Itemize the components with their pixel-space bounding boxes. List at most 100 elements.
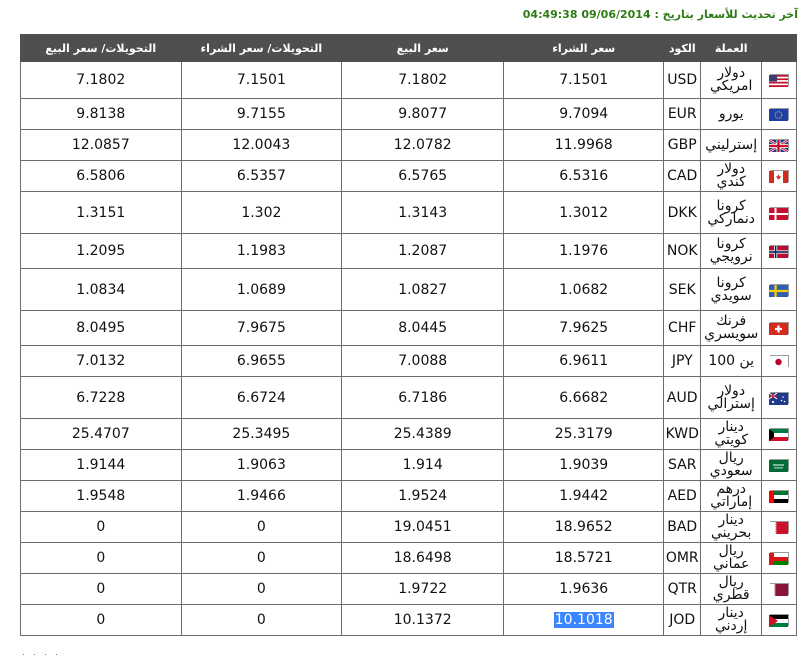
header-sell: سعر البيع (341, 34, 505, 62)
currency-flag (761, 61, 797, 99)
currency-flag (761, 310, 797, 346)
transfer-buy-rate: 25.3495 (180, 418, 343, 450)
sell-rate: 9.8077 (341, 98, 505, 130)
currency-flag (761, 160, 797, 192)
currency-name: ين 100 (700, 345, 763, 377)
currency-name: دينار بحريني (700, 511, 763, 543)
table-row: درهم إماراتي AED 1.9442 1.9524 1.9466 1.9548 (20, 480, 797, 512)
transfer-sell-rate: 12.0857 (20, 129, 182, 161)
table-row: ريال قطري QTR 1.9636 1.9722 0 0 (20, 573, 797, 605)
transfer-buy-rate: 0 (180, 511, 343, 543)
transfer-buy-rate: 0 (180, 573, 343, 605)
table-header-row: العملة الكود سعر الشراء سعر البيع التحوي… (20, 34, 797, 62)
ae-flag-icon (768, 490, 789, 503)
transfer-buy-rate: 6.5357 (180, 160, 343, 192)
currency-flag (761, 345, 797, 377)
transfer-sell-rate: 1.2095 (20, 233, 182, 269)
us-flag-icon (768, 74, 789, 87)
transfer-buy-rate: 0 (180, 542, 343, 574)
buy-rate: 25.3179 (503, 418, 665, 450)
buy-rate: 10.1018 (503, 604, 665, 636)
table-row: دينار إردني JOD 10.1018 10.1372 0 0 (20, 604, 797, 636)
ca-flag-icon (768, 170, 789, 183)
header-buy: سعر الشراء (503, 34, 665, 62)
currency-flag (761, 191, 797, 234)
currency-name: دينار إردني (700, 604, 763, 636)
transfer-sell-rate: 9.8138 (20, 98, 182, 130)
transfer-buy-rate: 0 (180, 604, 343, 636)
currency-name: كرونا سويدي (700, 268, 763, 311)
currency-code: SAR (663, 449, 702, 481)
sell-rate: 6.7186 (341, 376, 505, 419)
table-row: كرونا نرويجي NOK 1.1976 1.2087 1.1983 1.2095 (20, 233, 797, 269)
currency-name: كرونا دنماركي (700, 191, 763, 234)
currency-code: QTR (663, 573, 702, 605)
sell-rate: 7.1802 (341, 61, 505, 99)
table-row: كرونا دنماركي DKK 1.3012 1.3143 1.302 1.3151 (20, 191, 797, 234)
transfer-sell-rate: 0 (20, 604, 182, 636)
sell-rate: 1.914 (341, 449, 505, 481)
transfer-buy-rate: 7.9675 (180, 310, 343, 346)
ch-flag-icon (768, 322, 789, 335)
qa-flag-icon (768, 583, 789, 596)
buy-rate: 6.9611 (503, 345, 665, 377)
transfer-sell-rate: 1.0834 (20, 268, 182, 311)
sell-rate: 1.0827 (341, 268, 505, 311)
jp-flag-icon (768, 355, 789, 368)
transfer-sell-rate: 1.3151 (20, 191, 182, 234)
currency-code: SEK (663, 268, 702, 311)
currency-name: ريال عماني (700, 542, 763, 574)
sa-flag-icon (768, 459, 789, 472)
currency-name: يورو (700, 98, 763, 130)
exchange-rates-table: العملة الكود سعر الشراء سعر البيع التحوي… (20, 34, 797, 636)
transfer-buy-rate: 12.0043 (180, 129, 343, 161)
rates-body: دولار امريكي USD 7.1501 7.1802 7.1501 7.1802 ي… (20, 61, 797, 636)
currency-name: فرنك سويسري (700, 310, 763, 346)
selected-text: 10.1018 (553, 612, 614, 628)
currency-flag (761, 542, 797, 574)
currency-flag (761, 268, 797, 311)
table-row: دينار بحريني BAD 18.9652 19.0451 0 0 (20, 511, 797, 543)
transfer-sell-rate: 6.5806 (20, 160, 182, 192)
sell-rate: 10.1372 (341, 604, 505, 636)
transfer-buy-rate: 1.1983 (180, 233, 343, 269)
currency-name: ريال سعودي (700, 449, 763, 481)
transfer-sell-rate: 1.9144 (20, 449, 182, 481)
buy-rate: 18.9652 (503, 511, 665, 543)
currency-code: JOD (663, 604, 702, 636)
transfer-sell-rate: 7.0132 (20, 345, 182, 377)
buy-rate: 7.9625 (503, 310, 665, 346)
transfer-buy-rate: 1.9466 (180, 480, 343, 512)
transfer-sell-rate: 25.4707 (20, 418, 182, 450)
currency-code: JPY (663, 345, 702, 377)
currency-code: NOK (663, 233, 702, 269)
sell-rate: 18.6498 (341, 542, 505, 574)
transfer-sell-rate: 0 (20, 573, 182, 605)
buy-rate: 6.6682 (503, 376, 665, 419)
currency-code: EUR (663, 98, 702, 130)
table-row: إسترليني GBP 11.9968 12.0782 12.0043 12.0857 (20, 129, 797, 161)
currency-code: AED (663, 480, 702, 512)
currency-flag (761, 376, 797, 419)
currency-name: دولار امريكي (700, 61, 763, 99)
buy-rate: 1.0682 (503, 268, 665, 311)
currency-flag (761, 98, 797, 130)
dk-flag-icon (768, 206, 789, 220)
buy-rate: 1.9636 (503, 573, 665, 605)
buy-rate: 9.7094 (503, 98, 665, 130)
header-code: الكود (663, 34, 702, 62)
table-row: دولار إسترالي AUD 6.6682 6.7186 6.6724 6.7228 (20, 376, 797, 419)
currency-flag (761, 233, 797, 269)
sell-rate: 19.0451 (341, 511, 505, 543)
buy-rate: 11.9968 (503, 129, 665, 161)
table-row: يورو EUR 9.7094 9.8077 9.7155 9.8138 (20, 98, 797, 130)
currency-flag (761, 573, 797, 605)
currency-code: CHF (663, 310, 702, 346)
currency-code: OMR (663, 542, 702, 574)
transfer-buy-rate: 1.302 (180, 191, 343, 234)
se-flag-icon (768, 283, 789, 297)
currency-code: DKK (663, 191, 702, 234)
table-row: دولار امريكي USD 7.1501 7.1802 7.1501 7.1802 (20, 61, 797, 99)
transfer-buy-rate: 1.9063 (180, 449, 343, 481)
sell-rate: 1.2087 (341, 233, 505, 269)
